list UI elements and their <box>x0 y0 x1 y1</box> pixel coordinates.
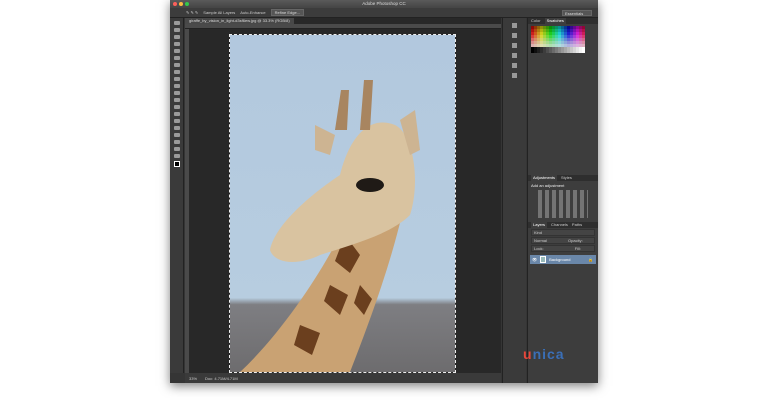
tab-styles[interactable]: Styles <box>561 175 572 181</box>
adjustment-icons[interactable] <box>538 190 588 218</box>
vertical-ruler <box>185 29 189 373</box>
fill-label: Fill: <box>574 246 581 251</box>
layer-thumbnail <box>540 256 547 263</box>
lock-icon: 🔒 <box>588 257 593 262</box>
refine-edge-button[interactable]: Refine Edge... <box>270 9 305 16</box>
crop-tool-icon[interactable] <box>173 49 180 53</box>
swatches-grid[interactable] <box>531 26 595 53</box>
giraffe-photo <box>240 80 420 372</box>
zoom-level[interactable]: 33% <box>189 376 197 381</box>
sample-all-layers-checkbox[interactable]: Sample All Layers <box>203 10 235 15</box>
foreground-color-swatch[interactable] <box>173 161 180 167</box>
panel-icon-strip <box>502 18 526 383</box>
pen-tool-icon[interactable] <box>173 119 180 123</box>
properties-icon[interactable] <box>512 43 517 48</box>
lasso-tool-icon[interactable] <box>173 35 180 39</box>
move-tool-icon[interactable] <box>173 21 180 25</box>
auto-enhance-checkbox[interactable]: Auto-Enhance <box>240 10 265 15</box>
tab-swatches[interactable]: Swatches <box>544 18 566 24</box>
tab-adjustments[interactable]: Adjustments <box>531 175 558 181</box>
quick-selection-tool-icon[interactable] <box>173 42 180 46</box>
close-button[interactable] <box>173 2 177 6</box>
adjustment-hint: Add an adjustment <box>531 183 565 188</box>
marquee-tool-icon[interactable] <box>173 28 180 32</box>
quick-selection-icon[interactable]: ✎ ✎ ✎ <box>186 10 198 15</box>
lock-label: Lock: <box>534 246 544 251</box>
layer-row-background[interactable]: 👁 Background 🔒 <box>530 255 596 264</box>
zoom-button[interactable] <box>185 2 189 6</box>
right-panels: Color Swatches Adjustments Styles Add an… <box>527 18 598 383</box>
zoom-tool-icon[interactable] <box>173 154 180 158</box>
tab-paths[interactable]: Paths <box>572 222 582 228</box>
opacity-label: Opacity: <box>568 238 583 243</box>
type-tool-icon[interactable] <box>173 126 180 130</box>
tab-channels[interactable]: Channels <box>551 222 568 228</box>
eye-icon[interactable]: 👁 <box>532 257 537 262</box>
window-title: Adobe Photoshop CC <box>362 1 406 6</box>
watermark-logo: unica <box>523 346 565 362</box>
options-bar: ✎ ✎ ✎ Sample All Layers Auto-Enhance Ref… <box>170 8 598 18</box>
doc-info: Doc: 4.71M/4.71M <box>205 375 238 381</box>
toolbar <box>170 18 184 373</box>
workspace-select[interactable]: Essentials <box>562 10 592 16</box>
gradient-tool-icon[interactable] <box>173 98 180 102</box>
status-bar: 33% Doc: 4.71M/4.71M <box>185 373 501 383</box>
stamp-tool-icon[interactable] <box>173 77 180 81</box>
minimize-button[interactable] <box>179 2 183 6</box>
path-selection-icon[interactable] <box>173 133 180 137</box>
character-icon[interactable] <box>512 73 517 78</box>
hand-tool-icon[interactable] <box>173 147 180 151</box>
title-bar: Adobe Photoshop CC <box>170 0 598 8</box>
blend-mode: Normal <box>534 238 547 243</box>
actions-icon[interactable] <box>512 33 517 38</box>
giraffe-image-canvas[interactable] <box>229 34 456 373</box>
eraser-tool-icon[interactable] <box>173 91 180 95</box>
shape-tool-icon[interactable] <box>173 140 180 144</box>
brush-tool-icon[interactable] <box>173 70 180 74</box>
info-icon[interactable] <box>512 53 517 58</box>
layer-kind-filter[interactable]: Kind <box>531 229 595 236</box>
lock-row: Lock: Fill: <box>531 245 595 252</box>
blend-mode-select[interactable]: Normal Opacity: <box>531 237 595 244</box>
history-icon[interactable] <box>512 23 517 28</box>
layers-panel-tabs: Layers Channels Paths <box>528 222 598 228</box>
horizontal-ruler <box>185 24 501 29</box>
tab-layers[interactable]: Layers <box>531 222 548 228</box>
document-area: giraffe_by_vision_in_light-d3sf6ew.jpg @… <box>185 18 501 373</box>
tab-color[interactable]: Color <box>531 18 541 24</box>
eyedropper-tool-icon[interactable] <box>173 56 180 60</box>
healing-tool-icon[interactable] <box>173 63 180 67</box>
color-panel-tabs: Color Swatches <box>528 18 598 24</box>
photoshop-window: Adobe Photoshop CC ✎ ✎ ✎ Sample All Laye… <box>170 0 598 383</box>
layer-name: Background <box>549 257 571 262</box>
blur-tool-icon[interactable] <box>173 105 180 109</box>
brush-presets-icon[interactable] <box>512 63 517 68</box>
swatch[interactable] <box>582 50 585 53</box>
history-brush-icon[interactable] <box>173 84 180 88</box>
dodge-tool-icon[interactable] <box>173 112 180 116</box>
